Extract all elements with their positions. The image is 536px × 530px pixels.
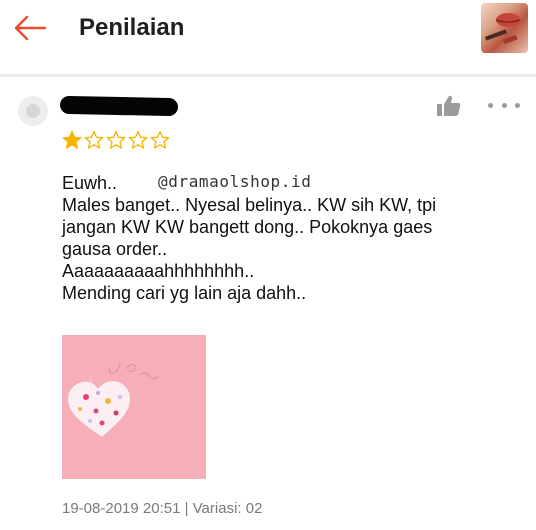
redacted-username — [59, 95, 179, 117]
back-button[interactable] — [12, 10, 48, 46]
review-line: gausa order.. — [62, 239, 168, 259]
arrow-left-icon — [14, 15, 47, 41]
star-empty-icon — [128, 130, 148, 149]
like-button[interactable] — [436, 94, 462, 118]
watermark-text: @dramaolshop.id — [158, 172, 312, 191]
review-text: Euwh.. Males banget.. Nyesal belinya.. K… — [62, 172, 522, 304]
thumbs-up-icon — [437, 95, 461, 116]
page-title: Penilaian — [79, 14, 185, 41]
review-meta: 19-08-2019 20:51 | Variasi: 02 — [62, 500, 263, 517]
reviewer-avatar[interactable] — [18, 96, 48, 126]
dot-icon — [501, 102, 507, 108]
dot-icon — [488, 102, 493, 108]
review-line: Males banget.. Nyesal belinya.. KW sih K… — [62, 195, 437, 215]
product-photo-image — [62, 335, 206, 479]
rating-stars — [62, 130, 170, 150]
review-photo[interactable] — [62, 335, 206, 479]
app-header: Penilaian — [0, 0, 536, 62]
star-empty-icon — [150, 130, 170, 149]
dot-icon — [515, 102, 520, 108]
review-line: jangan KW KW bangett dong.. Pokoknya gae… — [62, 217, 433, 237]
star-filled-icon — [62, 130, 82, 149]
star-empty-icon — [84, 130, 104, 149]
review-line: Mending cari yg lain aja dahh.. — [62, 283, 307, 303]
lips-image-icon — [484, 13, 521, 45]
header-divider — [0, 74, 536, 77]
review-line: Aaaaaaaaaahhhhhhhh.. — [62, 261, 255, 281]
more-options-button[interactable] — [488, 98, 520, 112]
star-empty-icon — [106, 130, 126, 149]
shop-avatar[interactable] — [481, 3, 528, 53]
